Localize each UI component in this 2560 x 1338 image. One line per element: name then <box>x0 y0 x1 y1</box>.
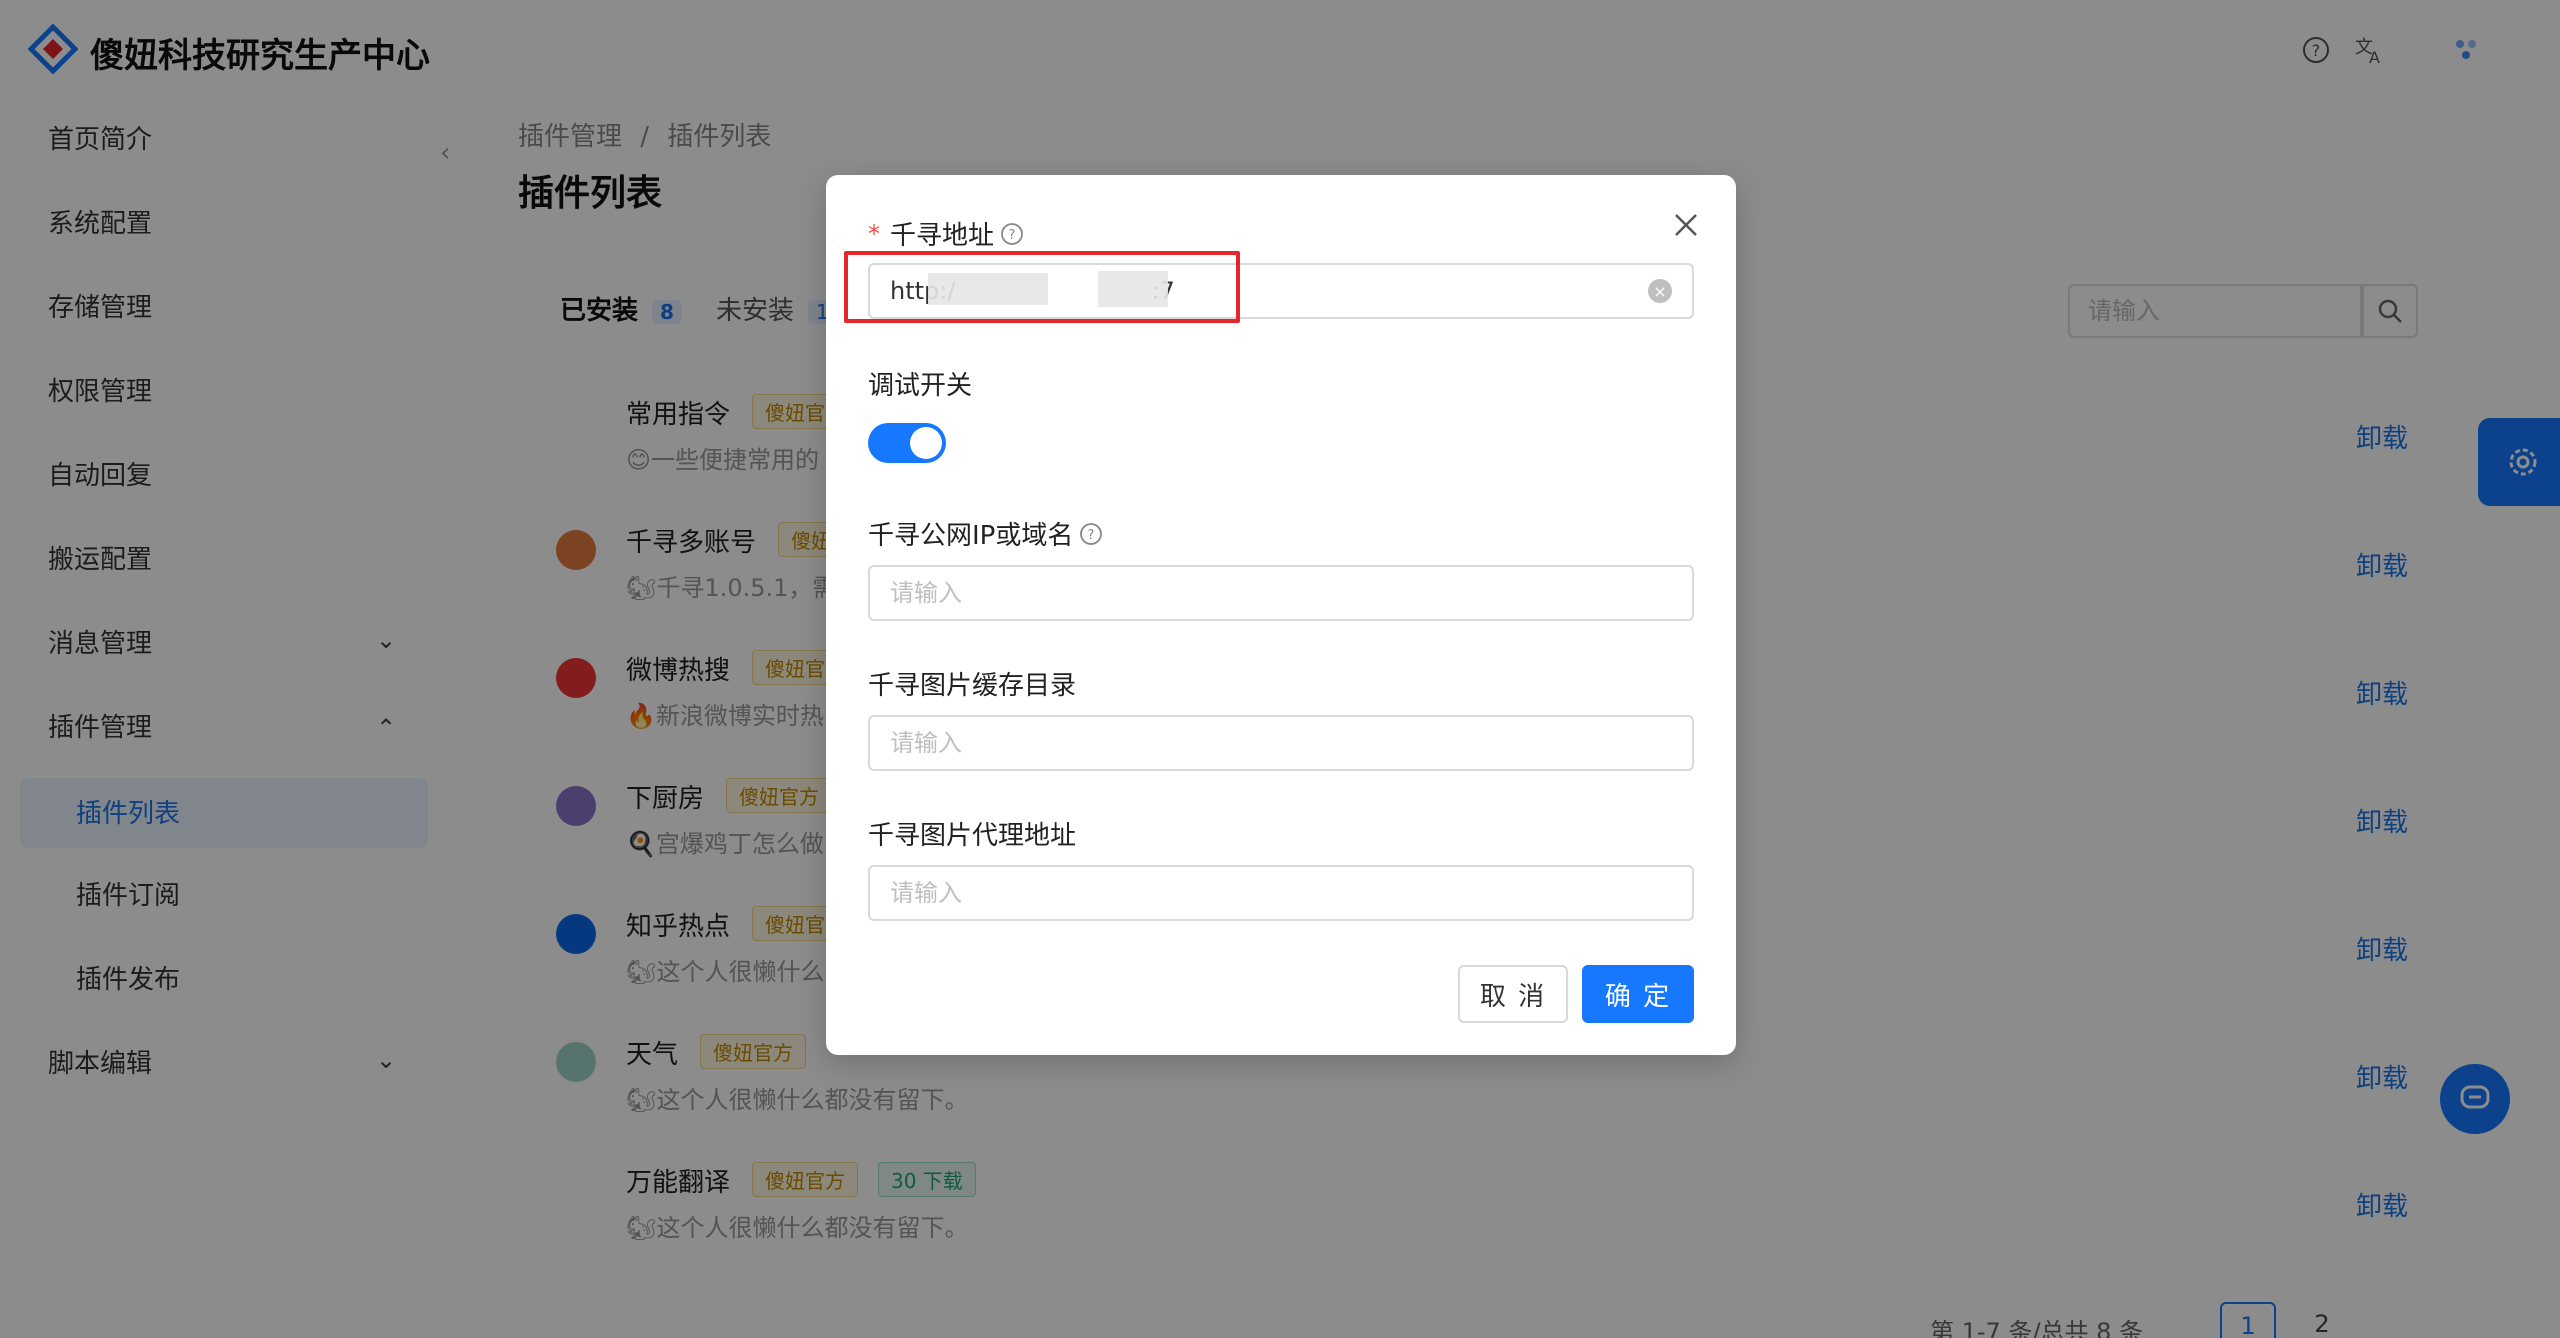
help-icon[interactable]: ? <box>1000 222 1024 246</box>
close-button[interactable] <box>1668 207 1704 243</box>
debug-toggle[interactable] <box>868 423 946 463</box>
public-ip-label-text: 千寻公网IP或域名 <box>868 521 1074 551</box>
help-icon[interactable]: ? <box>1079 522 1103 546</box>
svg-text:?: ? <box>1088 528 1095 543</box>
debug-label: 调试开关 <box>868 371 973 401</box>
required-mark: * <box>868 219 880 248</box>
close-icon <box>1675 214 1697 236</box>
proxy-label: 千寻图片代理地址 <box>868 821 1077 851</box>
address-label: * 千寻地址 ? <box>868 215 1024 252</box>
red-highlight-box <box>844 251 1240 323</box>
cache-dir-input[interactable]: 请输入 <box>868 715 1694 771</box>
public-ip-label: 千寻公网IP或域名 ? <box>868 515 1103 552</box>
address-label-text: 千寻地址 <box>890 221 995 251</box>
confirm-button[interactable]: 确 定 <box>1582 965 1694 1023</box>
config-modal: * 千寻地址 ? http:/:7 × 调试开关 千寻公网IP或域名 ? 请输入… <box>826 175 1736 1055</box>
cancel-button[interactable]: 取 消 <box>1458 965 1568 1023</box>
clear-icon[interactable]: × <box>1648 279 1672 303</box>
svg-text:?: ? <box>1009 228 1016 243</box>
cache-dir-label: 千寻图片缓存目录 <box>868 671 1077 701</box>
public-ip-input[interactable]: 请输入 <box>868 565 1694 621</box>
proxy-input[interactable]: 请输入 <box>868 865 1694 921</box>
toggle-knob <box>910 427 942 459</box>
